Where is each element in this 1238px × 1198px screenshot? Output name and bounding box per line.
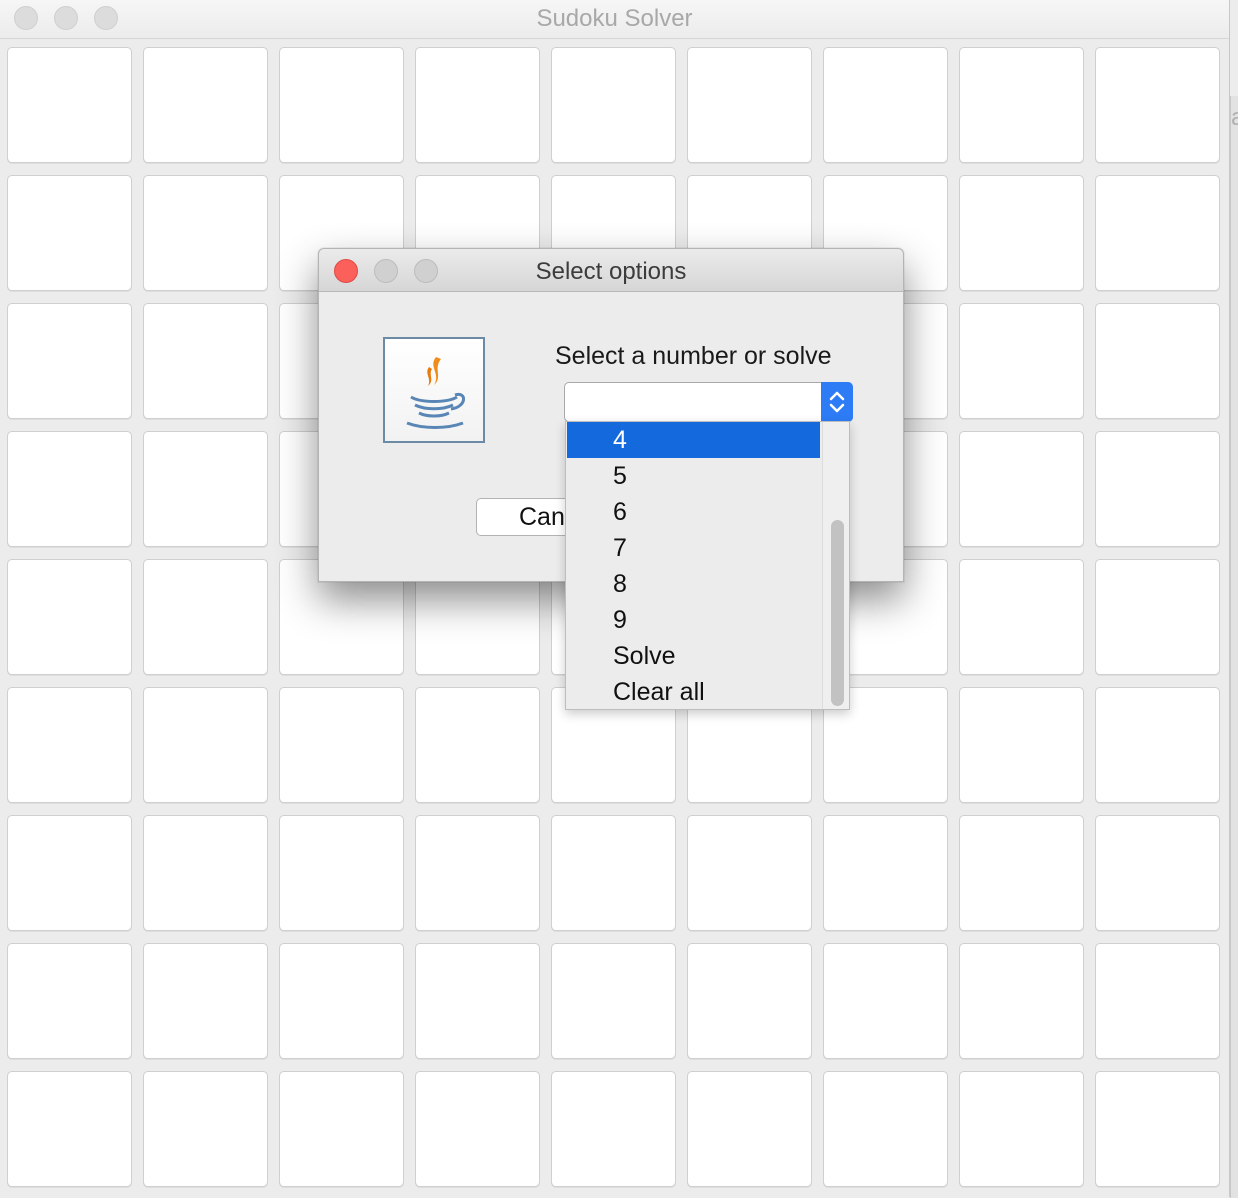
sudoku-cell[interactable] — [1095, 431, 1220, 547]
sudoku-cell[interactable] — [687, 1071, 812, 1187]
sudoku-cell[interactable] — [1095, 175, 1220, 291]
sudoku-cell[interactable] — [415, 943, 540, 1059]
sudoku-cell[interactable] — [143, 47, 268, 163]
sudoku-cell[interactable] — [959, 687, 1084, 803]
dialog-title: Select options — [535, 258, 687, 285]
dropdown-item-4[interactable]: 4 — [567, 422, 820, 458]
background-window-edge-glyph: a — [1231, 104, 1238, 131]
sudoku-cell[interactable] — [687, 47, 812, 163]
sudoku-cell[interactable] — [7, 943, 132, 1059]
cancel-button-label: Can — [519, 503, 565, 531]
window-titlebar: Sudoku Solver — [0, 0, 1229, 39]
sudoku-cell[interactable] — [7, 815, 132, 931]
sudoku-cell[interactable] — [415, 47, 540, 163]
sudoku-cell[interactable] — [551, 943, 676, 1059]
option-combobox[interactable] — [564, 382, 853, 422]
sudoku-cell[interactable] — [959, 943, 1084, 1059]
sudoku-cell[interactable] — [279, 943, 404, 1059]
dropdown-item-7[interactable]: 7 — [567, 530, 820, 566]
sudoku-cell[interactable] — [959, 1071, 1084, 1187]
sudoku-cell[interactable] — [959, 175, 1084, 291]
dropdown-scroll-thumb[interactable] — [831, 520, 844, 706]
sudoku-cell[interactable] — [551, 1071, 676, 1187]
sudoku-cell[interactable] — [7, 47, 132, 163]
sudoku-cell[interactable] — [7, 303, 132, 419]
chevron-updown-icon[interactable] — [821, 382, 853, 422]
sudoku-cell[interactable] — [1095, 943, 1220, 1059]
sudoku-cell[interactable] — [279, 1071, 404, 1187]
sudoku-cell[interactable] — [823, 1071, 948, 1187]
sudoku-cell[interactable] — [143, 175, 268, 291]
sudoku-cell[interactable] — [279, 687, 404, 803]
sudoku-cell[interactable] — [551, 47, 676, 163]
sudoku-cell[interactable] — [687, 943, 812, 1059]
sudoku-cell[interactable] — [415, 815, 540, 931]
sudoku-cell[interactable] — [1095, 687, 1220, 803]
sudoku-cell[interactable] — [143, 559, 268, 675]
sudoku-cell[interactable] — [415, 1071, 540, 1187]
dropdown-item-5[interactable]: 5 — [567, 458, 820, 494]
sudoku-cell[interactable] — [7, 1071, 132, 1187]
sudoku-cell[interactable] — [959, 815, 1084, 931]
sudoku-cell[interactable] — [7, 175, 132, 291]
sudoku-cell[interactable] — [823, 47, 948, 163]
sudoku-cell[interactable] — [143, 943, 268, 1059]
sudoku-cell[interactable] — [279, 47, 404, 163]
sudoku-cell[interactable] — [143, 1071, 268, 1187]
sudoku-cell[interactable] — [279, 815, 404, 931]
dropdown-item-solve[interactable]: Solve — [567, 638, 820, 674]
dropdown-item-6[interactable]: 6 — [567, 494, 820, 530]
sudoku-cell[interactable] — [959, 559, 1084, 675]
sudoku-cell[interactable] — [1095, 559, 1220, 675]
sudoku-cell[interactable] — [1095, 1071, 1220, 1187]
sudoku-cell[interactable] — [959, 303, 1084, 419]
sudoku-cell[interactable] — [143, 303, 268, 419]
sudoku-cell[interactable] — [415, 687, 540, 803]
sudoku-cell[interactable] — [687, 815, 812, 931]
sudoku-cell[interactable] — [143, 815, 268, 931]
sudoku-cell[interactable] — [1095, 47, 1220, 163]
java-coffee-cup-icon — [383, 337, 485, 443]
options-dropdown-list: 4 5 6 7 8 9 Solve Clear all — [565, 421, 850, 710]
sudoku-cell[interactable] — [143, 431, 268, 547]
sudoku-cell[interactable] — [7, 687, 132, 803]
sudoku-cell[interactable] — [1095, 815, 1220, 931]
dialog-titlebar: Select options — [319, 249, 903, 292]
dropdown-item-9[interactable]: 9 — [567, 602, 820, 638]
dropdown-scrollbar[interactable] — [822, 422, 849, 709]
sudoku-cell[interactable] — [551, 815, 676, 931]
sudoku-cell[interactable] — [959, 47, 1084, 163]
sudoku-cell[interactable] — [7, 431, 132, 547]
background-window-edge — [1230, 96, 1238, 1198]
dropdown-item-clear-all[interactable]: Clear all — [567, 674, 820, 709]
sudoku-cell[interactable] — [143, 687, 268, 803]
sudoku-cell[interactable] — [1095, 303, 1220, 419]
sudoku-cell[interactable] — [823, 815, 948, 931]
window-title: Sudoku Solver — [536, 5, 693, 32]
dropdown-item-8[interactable]: 8 — [567, 566, 820, 602]
sudoku-cell[interactable] — [823, 943, 948, 1059]
sudoku-cell[interactable] — [7, 559, 132, 675]
dialog-prompt: Select a number or solve — [555, 342, 832, 370]
sudoku-cell[interactable] — [959, 431, 1084, 547]
